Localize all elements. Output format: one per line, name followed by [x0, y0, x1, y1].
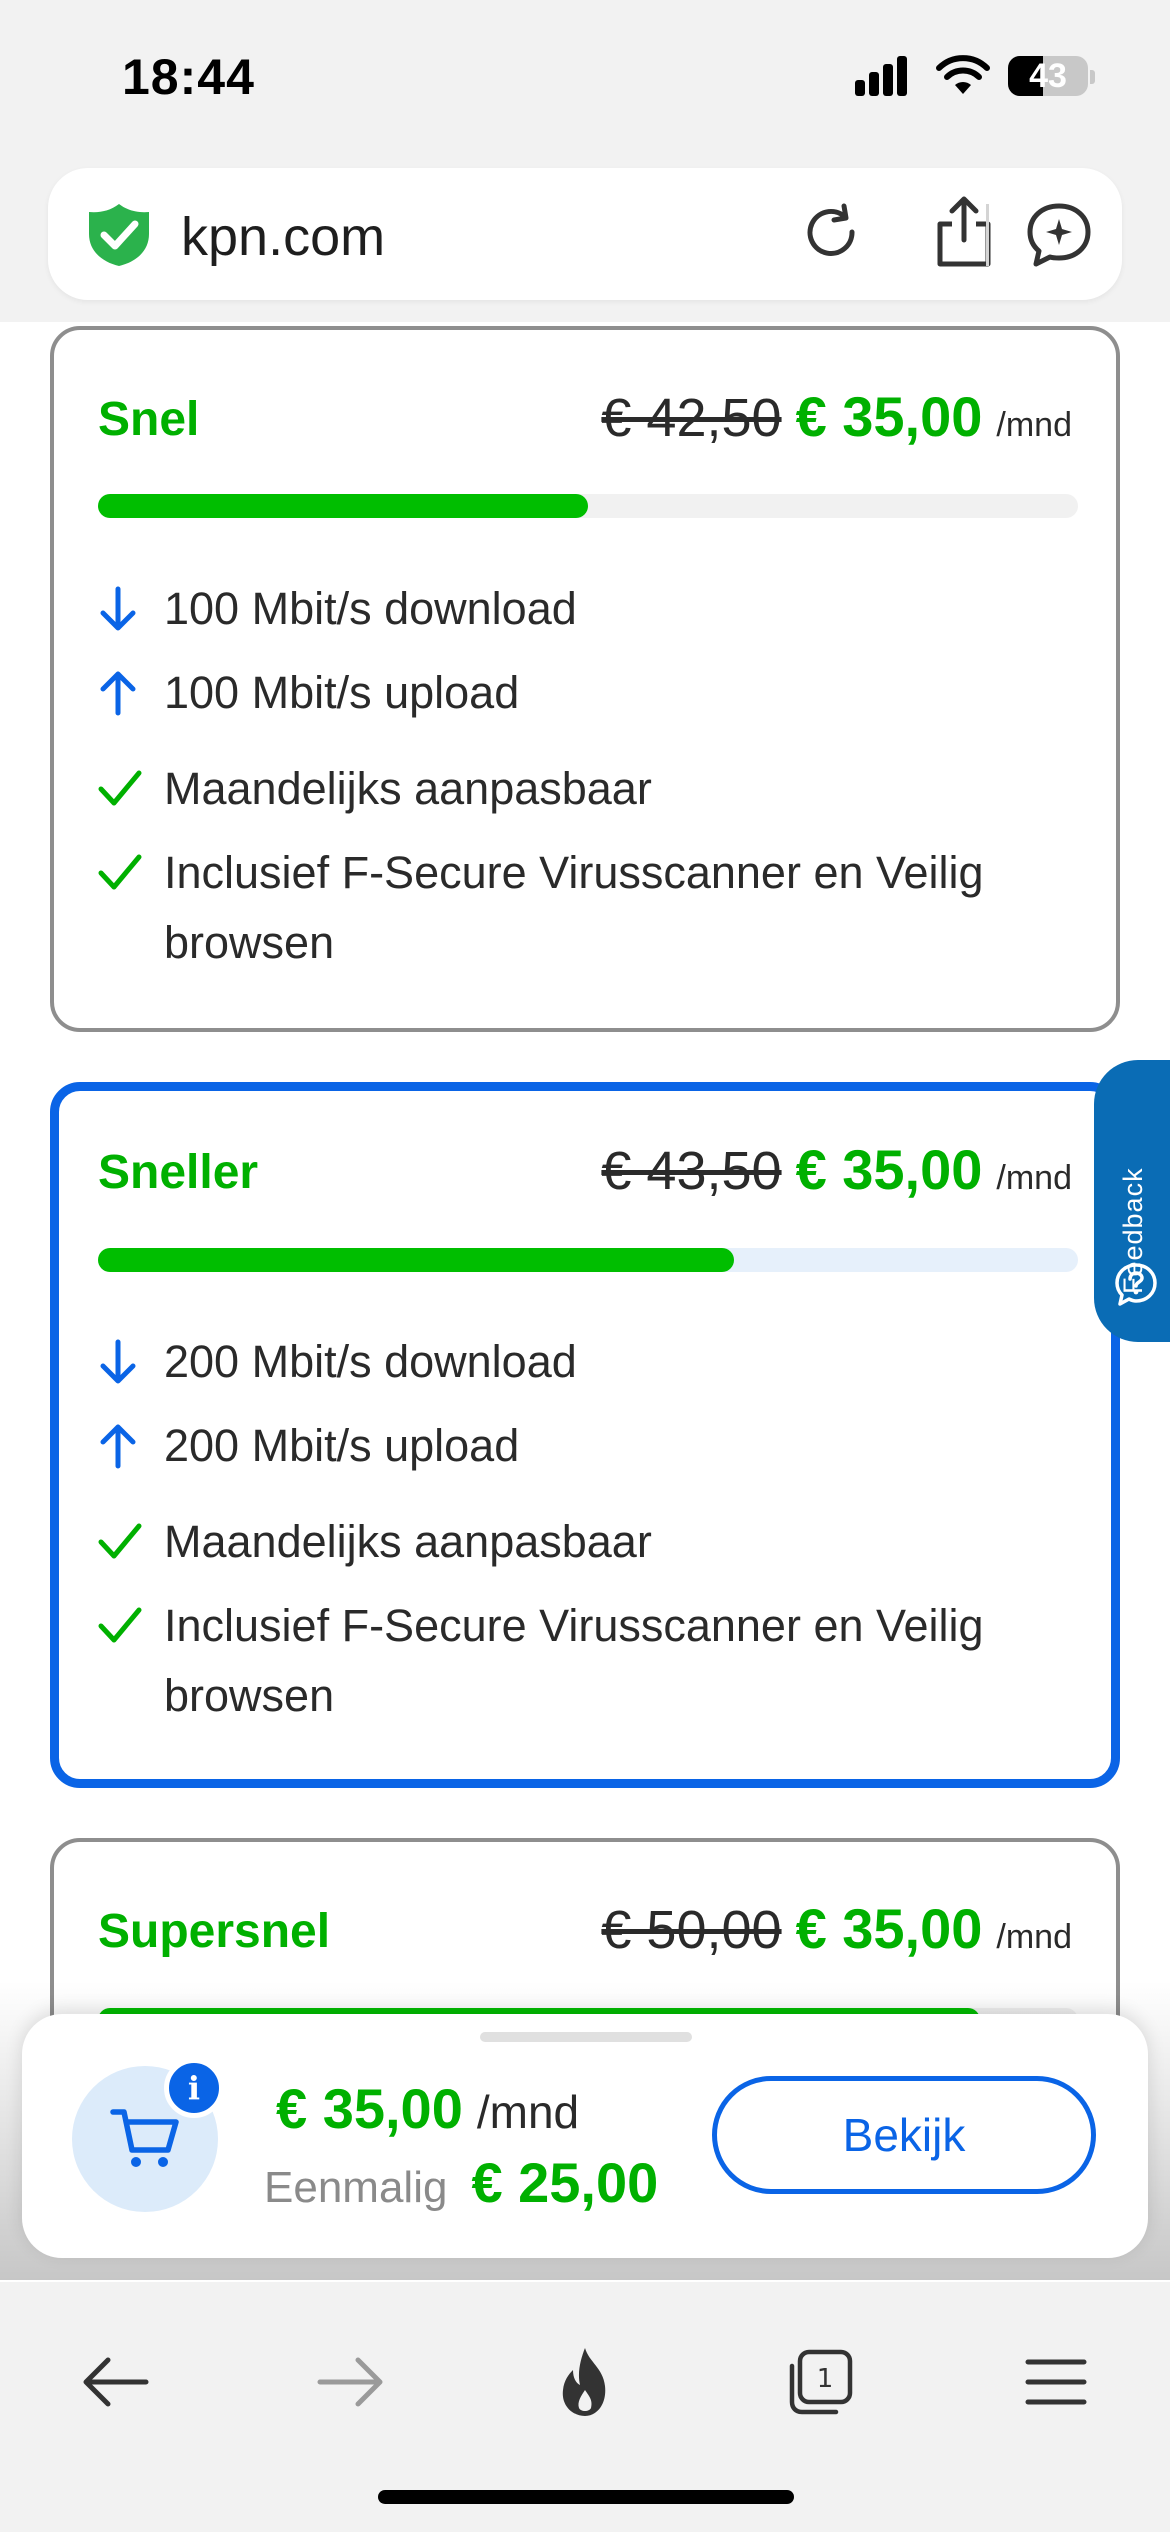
browser-header: kpn.com — [0, 160, 1170, 322]
price-period: /mnd — [996, 406, 1072, 444]
plan-price: € 50,00 € 35,00 /mnd — [601, 1896, 1072, 1961]
flame-icon[interactable] — [545, 2342, 625, 2422]
url-text[interactable]: kpn.com — [181, 206, 385, 268]
arrow-down-icon — [98, 574, 164, 644]
monthly-amount: € 35,00 — [276, 2077, 463, 2140]
new-price: € 35,00 — [795, 1138, 983, 1201]
reload-icon[interactable] — [800, 202, 864, 266]
wifi-icon — [936, 55, 990, 94]
feature-flexible: Maandelijks aanpasbaar — [98, 754, 1084, 824]
feature-security: Inclusief F-Secure Virusscanner en Veili… — [98, 838, 1084, 978]
tabs-icon[interactable]: 1 — [780, 2342, 860, 2422]
feature-upload: 100 Mbit/s upload — [98, 658, 1084, 728]
plan-card-snel[interactable]: Snel € 42,50 € 35,00 /mnd 100 Mbit/s dow… — [50, 326, 1120, 1032]
plan-name: Sneller — [98, 1146, 259, 1199]
speed-bar-fill — [98, 494, 588, 518]
monthly-period: /mnd — [476, 2086, 580, 2138]
shopping-cart-icon — [110, 2109, 179, 2167]
one-time-label: Eenmalig — [264, 2163, 448, 2212]
arrow-down-icon — [98, 1327, 164, 1397]
speed-bar-fill — [98, 1248, 734, 1272]
cart-summary-sheet: i € 35,00 /mnd Eenmalig € 25,00 Bekijk — [22, 2014, 1148, 2258]
signal-icon — [855, 56, 917, 96]
battery-tip — [1090, 70, 1095, 84]
speed-bar — [98, 494, 1078, 518]
address-bar-divider — [986, 204, 989, 266]
new-price: € 35,00 — [795, 385, 983, 448]
feature-security: Inclusief F-Secure Virusscanner en Veili… — [98, 1591, 1084, 1731]
svg-text:1: 1 — [817, 2364, 834, 2394]
battery-level: 43 — [1029, 56, 1067, 95]
one-time-amount: € 25,00 — [471, 2151, 659, 2214]
address-bar[interactable]: kpn.com — [48, 168, 1122, 300]
info-badge[interactable]: i — [164, 2058, 224, 2118]
checkmark-icon — [98, 754, 164, 824]
cart-one-time-price: Eenmalig € 25,00 — [264, 2150, 658, 2215]
view-cart-button[interactable]: Bekijk — [712, 2076, 1096, 2194]
feature-download: 200 Mbit/s download — [98, 1327, 1084, 1397]
feedback-chat-icon — [1115, 1263, 1157, 1306]
sheet-drag-handle[interactable] — [480, 2032, 692, 2042]
plan-price: € 43,50 € 35,00 /mnd — [601, 1137, 1072, 1202]
speed-bar — [98, 1248, 1078, 1272]
home-indicator — [378, 2490, 794, 2504]
plan-name: Snel — [98, 393, 200, 446]
cart-monthly-price: € 35,00 /mnd — [276, 2076, 579, 2141]
feedback-tab[interactable]: Feedback — [1094, 1060, 1170, 1342]
feature-upload: 200 Mbit/s upload — [98, 1411, 1084, 1481]
plan-name: Supersnel — [98, 1905, 331, 1958]
checkmark-icon — [98, 1591, 164, 1661]
status-bar: 18:44 43 — [0, 0, 1170, 160]
old-price: € 43,50 — [601, 1141, 782, 1201]
price-period: /mnd — [996, 1918, 1072, 1956]
shield-check-icon — [89, 204, 149, 266]
old-price: € 42,50 — [601, 388, 782, 448]
price-period: /mnd — [996, 1159, 1072, 1197]
back-arrow-icon[interactable] — [76, 2342, 156, 2422]
feature-flexible: Maandelijks aanpasbaar — [98, 1507, 1084, 1577]
plan-card-sneller[interactable]: Sneller € 43,50 € 35,00 /mnd 200 Mbit/s … — [50, 1082, 1120, 1788]
status-time: 18:44 — [122, 49, 255, 105]
arrow-up-icon — [98, 658, 164, 728]
plan-price: € 42,50 € 35,00 /mnd — [601, 384, 1072, 449]
feature-download: 100 Mbit/s download — [98, 574, 1084, 644]
forward-arrow-icon[interactable] — [310, 2342, 390, 2422]
assistant-chat-icon[interactable] — [1024, 200, 1094, 270]
checkmark-icon — [98, 838, 164, 908]
menu-icon[interactable] — [1016, 2342, 1096, 2422]
battery-icon: 43 — [1008, 56, 1088, 96]
checkmark-icon — [98, 1507, 164, 1577]
arrow-up-icon — [98, 1411, 164, 1481]
new-price: € 35,00 — [795, 1897, 983, 1960]
old-price: € 50,00 — [601, 1900, 782, 1960]
